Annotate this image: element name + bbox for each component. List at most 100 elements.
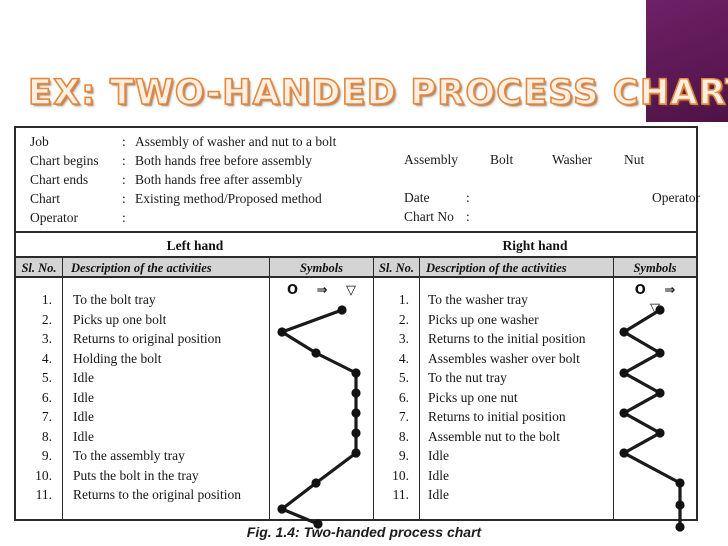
column-header-right-symbols: Symbols [633, 261, 677, 275]
right-row-number: 11. [392, 487, 409, 502]
header-field-job-value: Assembly of washer and nut to a bolt [135, 134, 337, 149]
symbol-trace-segment [314, 451, 358, 485]
left-row-number: 4. [41, 350, 52, 366]
symbol-trace-segment [622, 351, 662, 375]
right-row-number: 2. [398, 311, 409, 327]
two-handed-process-chart-table: Job : Assembly of washer and nut to a bo… [14, 126, 700, 532]
left-hand-sl-no-column: 1. 2. 3. 4. 5. 6. 7. 8. 9. 10. 11. [16, 278, 63, 519]
column-header-left-symbols: Symbols [270, 258, 374, 276]
left-row-number: 11. [35, 487, 52, 502]
left-activity-row: Idle [73, 409, 94, 424]
part-label-nut: Nut [624, 152, 645, 167]
left-hand-title: Left hand [166, 238, 224, 253]
table-body: 1. 2. 3. 4. 5. 6. 7. 8. 9. 10. 11. To th… [16, 278, 696, 532]
left-activity-row: Idle [73, 389, 94, 405]
left-row-number: 10. [35, 467, 52, 483]
chart-header-block: Job : Assembly of washer and nut to a bo… [16, 128, 700, 231]
header-field-chart-no: Chart No : [404, 209, 704, 228]
header-field-date: Date : Operator [404, 190, 704, 209]
symbol-trace-node [619, 368, 629, 378]
symbol-trace-node [337, 305, 347, 315]
header-field-operator-colon: : [122, 210, 126, 225]
header-field-chart-value: Existing method/Proposed method [135, 191, 322, 206]
right-hand-symbols-column: O ⇒ ▽ [614, 278, 696, 532]
chart-header-meta-fields: Date : Operator Chart No : [404, 190, 704, 228]
header-field-chart-ends-colon: : [122, 172, 126, 187]
header-field-operator: Operator : [30, 210, 390, 229]
header-field-chart-ends: Chart ends : Both hands free after assem… [30, 172, 390, 191]
table-column-header-row: Sl. No. Description of the activities Sy… [16, 256, 696, 278]
right-row-number: 5. [398, 370, 409, 385]
right-row-number: 9. [398, 448, 409, 463]
left-activity-row: Returns to the original position [73, 487, 241, 502]
left-activity-row: Idle [73, 428, 94, 444]
header-field-chart-no-colon: : [466, 209, 470, 224]
symbol-trace-node [619, 327, 629, 337]
left-row-number: 3. [41, 331, 52, 346]
column-header-left-sl-no: Sl. No. [16, 258, 63, 276]
header-field-chart-ends-value: Both hands free after assembly [135, 172, 303, 187]
right-hand-title: Right hand [502, 238, 568, 253]
right-activity-row: To the nut tray [428, 370, 507, 385]
symbol-trace-segment [314, 351, 358, 375]
left-row-number: 5. [41, 370, 52, 385]
right-hand-symbol-trace [619, 305, 685, 532]
left-row-number: 2. [41, 311, 52, 327]
symbol-trace-segment [622, 371, 662, 395]
symbol-trace-node [655, 388, 665, 398]
header-field-date-colon: : [466, 190, 470, 205]
chart-header-left-fields: Job : Assembly of washer and nut to a bo… [30, 134, 390, 229]
right-activity-row: Idle [428, 467, 449, 483]
symbol-trace-node [311, 478, 321, 488]
right-row-number: 4. [398, 350, 409, 366]
right-hand-description-column: To the washer tray Picks up one washer R… [420, 278, 614, 519]
left-activity-row: Picks up one bolt [73, 311, 167, 327]
left-row-number: 9. [41, 448, 52, 463]
right-activity-row: Assemble nut to the bolt [428, 428, 560, 444]
right-row-number: 8. [398, 428, 409, 444]
left-hand-description-column: To the bolt tray Picks up one bolt Retur… [63, 278, 270, 519]
left-row-number: 6. [41, 389, 52, 405]
left-row-number: 7. [41, 409, 52, 424]
header-field-operator-label: Operator [30, 210, 78, 225]
left-row-number: 8. [41, 428, 52, 444]
part-label-bolt: Bolt [490, 152, 514, 167]
left-symbol-legend: O ⇒ ▽ [287, 283, 363, 298]
symbol-trace-segment [622, 431, 662, 455]
header-field-chart-begins-label: Chart begins [30, 153, 99, 168]
symbol-trace-node [351, 408, 361, 418]
figure-caption: Fig. 1.4: Two-handed process chart [246, 524, 482, 540]
right-activity-row: Returns to initial position [428, 409, 566, 424]
symbol-trace-node [351, 368, 361, 378]
header-field-chart-ends-label: Chart ends [30, 172, 89, 187]
assembly-parts-row: Assembly Bolt Washer Nut [404, 152, 694, 168]
page-title: EX: TWO-HANDED PROCESS CHART [27, 72, 728, 114]
header-field-chart-begins-colon: : [122, 153, 126, 168]
left-row-number: 1. [41, 292, 52, 307]
header-field-chart-begins-value: Both hands free before assembly [135, 153, 312, 168]
right-activity-row: To the washer tray [428, 292, 528, 307]
right-row-number: 1. [398, 292, 409, 307]
header-field-chart-begins: Chart begins : Both hands free before as… [30, 153, 390, 172]
header-field-operator-right-label: Operator [652, 190, 700, 205]
symbol-trace-node [655, 305, 665, 315]
symbol-trace-node [675, 478, 685, 488]
right-row-number: 7. [398, 409, 409, 424]
left-activity-row: To the assembly tray [73, 448, 185, 463]
left-activity-row: Holding the bolt [73, 350, 162, 366]
symbol-trace-node [675, 500, 685, 510]
symbol-trace-node [619, 448, 629, 458]
part-label-washer: Washer [552, 152, 593, 167]
symbol-trace-node [655, 348, 665, 358]
right-activity-row: Idle [428, 448, 449, 463]
right-activity-row: Picks up one nut [428, 389, 518, 405]
symbol-trace-segment [622, 411, 662, 435]
header-field-job-label: Job [30, 134, 49, 149]
symbol-trace-node [351, 388, 361, 398]
symbol-trace-node [655, 428, 665, 438]
column-header-left-description: Description of the activities [63, 258, 270, 276]
header-field-chart-colon: : [122, 191, 126, 206]
process-chart-figure: Job : Assembly of washer and nut to a bo… [14, 126, 700, 532]
symbol-trace-node [619, 408, 629, 418]
right-row-number: 6. [398, 389, 409, 405]
